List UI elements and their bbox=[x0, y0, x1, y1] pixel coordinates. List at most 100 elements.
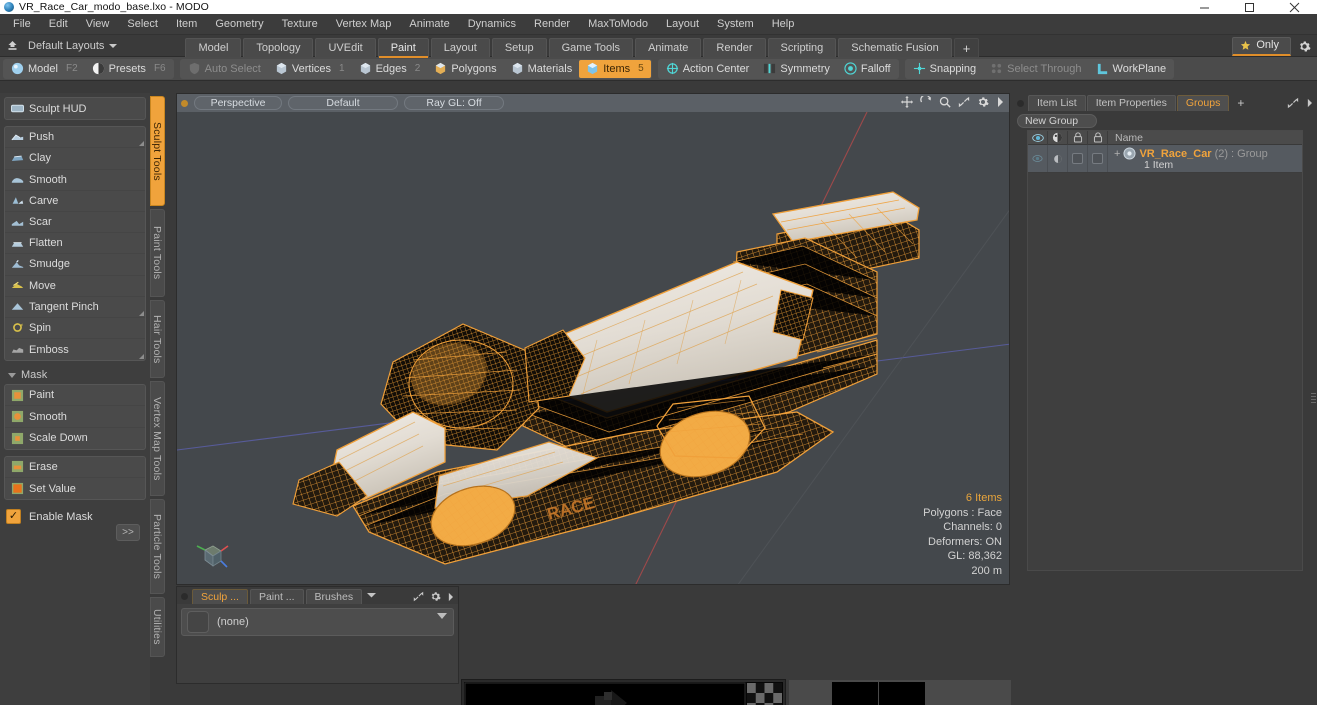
render-icon[interactable] bbox=[1048, 130, 1068, 145]
close-icon[interactable] bbox=[1272, 0, 1317, 14]
row-name-cell[interactable]: + VR_Race_Car (2) : Group 1 Item bbox=[1108, 145, 1302, 172]
add-panel-tab-button[interactable]: + bbox=[1230, 95, 1251, 111]
menu-item-view[interactable]: View bbox=[77, 14, 119, 35]
tab-setup[interactable]: Setup bbox=[491, 37, 547, 57]
viewport-shading-mode[interactable]: Default bbox=[288, 96, 398, 110]
only-button[interactable]: Only bbox=[1232, 36, 1291, 56]
sculpt-tool-push[interactable]: Push bbox=[5, 127, 145, 149]
arrow-right-icon[interactable] bbox=[1306, 98, 1313, 108]
enable-mask-row[interactable]: ✓ Enable Mask bbox=[4, 506, 146, 525]
tab-topology[interactable]: Topology bbox=[243, 37, 314, 57]
3d-viewport[interactable]: Perspective Default Ray GL: Off 1 RACE 6… bbox=[176, 93, 1010, 585]
mode-button-presets[interactable]: Presets F6 bbox=[85, 60, 173, 78]
mask-tool-smooth[interactable]: Smooth bbox=[5, 406, 145, 428]
sculpt-tool-flatten[interactable]: Flatten bbox=[5, 233, 145, 255]
panel-menu-dot-icon[interactable] bbox=[1017, 100, 1024, 107]
viewport-menu-dot-icon[interactable] bbox=[181, 99, 188, 107]
tab-item-list[interactable]: Item List bbox=[1028, 95, 1086, 111]
arrow-right-icon[interactable] bbox=[996, 96, 1004, 108]
gear-icon[interactable] bbox=[430, 591, 441, 602]
expand-icon[interactable] bbox=[413, 591, 424, 602]
brush-shape-preview[interactable] bbox=[788, 679, 1012, 705]
mode-button-falloff[interactable]: Falloff bbox=[837, 60, 898, 78]
sculpt-tool-emboss[interactable]: Emboss bbox=[5, 339, 145, 360]
mode-button-items[interactable]: Items 5 bbox=[579, 59, 651, 78]
tab-schematic-fusion[interactable]: Schematic Fusion bbox=[838, 37, 952, 57]
arrow-right-icon[interactable] bbox=[447, 592, 454, 602]
chevron-down-icon[interactable] bbox=[366, 590, 377, 602]
mode-button-symmetry[interactable]: Symmetry bbox=[756, 60, 837, 78]
maximize-icon[interactable] bbox=[1227, 0, 1272, 14]
mask-tool-erase[interactable]: Erase bbox=[5, 457, 145, 478]
chevron-down-icon[interactable] bbox=[437, 613, 447, 619]
mask-section-header[interactable]: Mask bbox=[4, 367, 146, 384]
panel-menu-dot-icon[interactable] bbox=[181, 593, 188, 600]
menu-item-maxtomodo[interactable]: MaxToModo bbox=[579, 14, 657, 35]
row-select-toggle[interactable] bbox=[1088, 145, 1108, 172]
row-visibility-toggle[interactable] bbox=[1028, 145, 1048, 172]
menu-item-edit[interactable]: Edit bbox=[40, 14, 77, 35]
default-layouts-dropdown[interactable]: Default Layouts bbox=[24, 40, 125, 52]
enable-mask-checkbox[interactable]: ✓ bbox=[6, 509, 21, 525]
tab-animate[interactable]: Animate bbox=[635, 37, 702, 57]
menu-item-system[interactable]: System bbox=[708, 14, 763, 35]
sculpt-hud-button[interactable]: Sculpt HUD bbox=[5, 98, 145, 119]
eye-icon[interactable] bbox=[1028, 130, 1048, 145]
menu-item-animate[interactable]: Animate bbox=[400, 14, 458, 35]
vtab-hair-tools[interactable]: Hair Tools bbox=[150, 300, 165, 378]
viewport-raygl-toggle[interactable]: Ray GL: Off bbox=[404, 96, 504, 110]
mode-button-model[interactable]: Model F2 bbox=[4, 60, 85, 78]
sculpt-tool-spin[interactable]: Spin bbox=[5, 318, 145, 340]
sculpt-tool-smudge[interactable]: Smudge bbox=[5, 254, 145, 276]
brush-preset-selector[interactable]: (none) bbox=[181, 608, 454, 636]
menu-item-layout[interactable]: Layout bbox=[657, 14, 708, 35]
mode-button-edges[interactable]: Edges 2 bbox=[352, 60, 428, 78]
mode-button-select-through[interactable]: Select Through bbox=[983, 60, 1088, 78]
vtab-paint-tools[interactable]: Paint Tools bbox=[150, 209, 165, 297]
menu-item-item[interactable]: Item bbox=[167, 14, 206, 35]
tab-paint[interactable]: Paint bbox=[377, 37, 429, 58]
row-render-toggle[interactable] bbox=[1048, 145, 1068, 172]
home-layout-icon[interactable] bbox=[0, 35, 24, 57]
new-group-button[interactable]: New Group bbox=[1017, 114, 1097, 128]
row-lock-toggle[interactable] bbox=[1068, 145, 1088, 172]
select-icon[interactable] bbox=[1088, 130, 1108, 145]
sculpt-tool-smooth[interactable]: Smooth bbox=[5, 170, 145, 191]
axis-gizmo-icon[interactable] bbox=[191, 536, 231, 576]
menu-item-file[interactable]: File bbox=[4, 14, 40, 35]
expand-icon[interactable] bbox=[1287, 97, 1299, 109]
menu-item-render[interactable]: Render bbox=[525, 14, 579, 35]
vtab-particle-tools[interactable]: Particle Tools bbox=[150, 499, 165, 594]
move-icon[interactable] bbox=[901, 96, 913, 108]
mask-tool-set-value[interactable]: Set Value bbox=[5, 478, 145, 499]
table-row[interactable]: + VR_Race_Car (2) : Group 1 Item bbox=[1028, 145, 1302, 173]
menu-item-select[interactable]: Select bbox=[118, 14, 167, 35]
mode-button-workplane[interactable]: WorkPlane bbox=[1089, 60, 1174, 78]
mode-button-materials[interactable]: Materials bbox=[504, 60, 580, 78]
add-tab-button[interactable]: + bbox=[953, 37, 980, 57]
tab-layout[interactable]: Layout bbox=[430, 37, 490, 57]
zoom-icon[interactable] bbox=[939, 96, 951, 108]
menu-item-help[interactable]: Help bbox=[763, 14, 804, 35]
mode-button-action-center[interactable]: Action Center bbox=[659, 60, 757, 78]
brush-gradient-preview[interactable] bbox=[461, 679, 786, 705]
tab-render[interactable]: Render bbox=[703, 37, 766, 57]
row-expand-icon[interactable]: + bbox=[1114, 148, 1120, 160]
tab-uvedit[interactable]: UVEdit bbox=[315, 37, 376, 57]
vtab-sculpt-tools[interactable]: Sculpt Tools bbox=[150, 96, 165, 206]
tab-groups[interactable]: Groups bbox=[1176, 95, 1230, 111]
forward-button[interactable]: >> bbox=[116, 524, 140, 542]
sculpt-tool-scar[interactable]: Scar bbox=[5, 212, 145, 234]
mask-tool-scale-down[interactable]: Scale Down bbox=[5, 428, 145, 449]
tab-paint-presets[interactable]: Paint ... bbox=[249, 589, 304, 604]
tab-brushes[interactable]: Brushes bbox=[305, 589, 363, 604]
sculpt-tool-tangent-pinch[interactable]: Tangent Pinch bbox=[5, 297, 145, 318]
sculpt-tool-carve[interactable]: Carve bbox=[5, 191, 145, 212]
tab-model[interactable]: Model bbox=[185, 37, 242, 57]
panel-resize-grip[interactable] bbox=[1311, 393, 1316, 411]
vtab-utilities[interactable]: Utilities bbox=[150, 597, 165, 657]
mode-button-auto-select[interactable]: Auto Select bbox=[181, 60, 268, 78]
menu-item-vertex-map[interactable]: Vertex Map bbox=[327, 14, 401, 35]
tab-scripting[interactable]: Scripting bbox=[767, 37, 837, 57]
tab-item-properties[interactable]: Item Properties bbox=[1086, 95, 1176, 111]
